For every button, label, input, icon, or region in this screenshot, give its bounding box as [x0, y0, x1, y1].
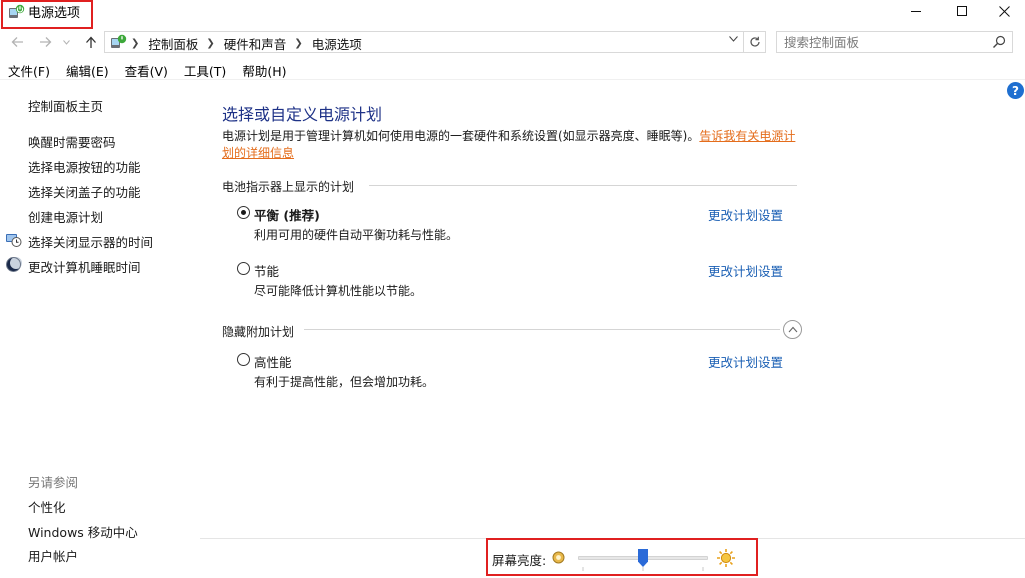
- brightness-slider-thumb[interactable]: [638, 549, 648, 567]
- menu-file[interactable]: 文件(F): [0, 59, 58, 80]
- see-also-heading: 另请参阅: [28, 475, 79, 490]
- plan-power-saver-name[interactable]: 节能: [254, 261, 279, 280]
- forward-button[interactable]: [36, 32, 54, 52]
- plan-high-performance-radio[interactable]: [237, 353, 250, 366]
- control-panel-icon: [111, 34, 127, 48]
- page-title: 选择或自定义电源计划: [222, 105, 383, 124]
- title-bar: 电源选项: [0, 0, 1025, 30]
- menu-view[interactable]: 查看(V): [117, 59, 176, 80]
- menu-tools[interactable]: 工具(T): [176, 59, 234, 80]
- breadcrumb-hardware-sound[interactable]: 硬件和声音: [224, 34, 287, 53]
- plan-balanced-name[interactable]: 平衡 (推荐): [254, 205, 320, 224]
- menu-edit[interactable]: 编辑(E): [58, 59, 117, 80]
- back-arrow-icon: [11, 37, 23, 47]
- refresh-icon: [749, 36, 760, 47]
- address-dropdown-button[interactable]: [725, 35, 741, 49]
- chevron-down-icon: [728, 36, 738, 42]
- section-battery-plans: 电池指示器上显示的计划: [222, 180, 355, 194]
- sidebar-item-sleep-time[interactable]: 更改计算机睡眠时间: [28, 257, 141, 276]
- recent-locations-button[interactable]: [60, 32, 72, 52]
- breadcrumb-separator-icon[interactable]: ❯: [206, 38, 214, 49]
- plan-balanced-change-settings-link[interactable]: 更改计划设置: [708, 205, 783, 224]
- screen-brightness-control: 屏幕亮度:: [486, 538, 758, 576]
- up-arrow-icon: [86, 36, 96, 48]
- plan-power-saver-change-settings-link[interactable]: 更改计划设置: [708, 261, 783, 280]
- search-box[interactable]: [776, 31, 1013, 53]
- sidebar-item-control-panel-home[interactable]: 控制面板主页: [28, 96, 103, 115]
- monitor-clock-icon: [6, 234, 22, 247]
- description-text: 电源计划是用于管理计算机如何使用电源的一套硬件和系统设置(如显示器亮度、睡眠等)…: [222, 129, 700, 143]
- page-description: 电源计划是用于管理计算机如何使用电源的一套硬件和系统设置(如显示器亮度、睡眠等)…: [222, 128, 802, 162]
- forward-arrow-icon: [39, 37, 51, 47]
- maximize-button[interactable]: [939, 0, 985, 22]
- see-also-personalization[interactable]: 个性化: [28, 497, 66, 516]
- brightness-slider-ticks: [582, 567, 704, 571]
- dim-brightness-icon: [552, 551, 565, 564]
- maximize-icon: [956, 5, 967, 16]
- sidebar-item-wake-password[interactable]: 唤醒时需要密码: [28, 132, 116, 151]
- plan-high-performance-description: 有利于提高性能，但会增加功耗。: [254, 375, 435, 389]
- sidebar-item-power-button[interactable]: 选择电源按钮的功能: [28, 157, 141, 176]
- refresh-button[interactable]: [744, 31, 766, 53]
- left-navigation-pane: 控制面板主页 唤醒时需要密码 选择电源按钮的功能 选择关闭盖子的功能 创建电源计…: [0, 80, 200, 578]
- brightness-label: 屏幕亮度:: [492, 553, 547, 568]
- chevron-up-icon: [788, 326, 797, 333]
- plan-balanced-radio[interactable]: [237, 206, 250, 219]
- plan-balanced-description: 利用可用的硬件自动平衡功耗与性能。: [254, 228, 459, 242]
- breadcrumb-separator-icon[interactable]: ❯: [294, 38, 302, 49]
- breadcrumb: ❯ 控制面板 ❯ 硬件和声音 ❯ 电源选项: [131, 34, 362, 53]
- minimize-button[interactable]: [893, 0, 939, 22]
- window-title: 电源选项: [28, 6, 81, 21]
- search-input[interactable]: [777, 32, 987, 52]
- see-also-user-accounts[interactable]: 用户帐户: [28, 546, 78, 565]
- help-icon[interactable]: ?: [1007, 82, 1024, 99]
- up-button[interactable]: [82, 32, 100, 52]
- chevron-down-icon: [62, 39, 70, 45]
- section-hidden-plans: 隐藏附加计划: [222, 325, 295, 339]
- sidebar-item-lid-close[interactable]: 选择关闭盖子的功能: [28, 182, 141, 201]
- plan-power-saver-description: 尽可能降低计算机性能以节能。: [254, 284, 423, 298]
- learn-more-link-continued[interactable]: 划的详细信息: [222, 146, 294, 160]
- close-icon: [998, 5, 1010, 17]
- section-divider: [369, 185, 797, 186]
- power-options-icon: [9, 4, 25, 18]
- sidebar-item-create-plan[interactable]: 创建电源计划: [28, 207, 103, 226]
- breadcrumb-power-options[interactable]: 电源选项: [312, 34, 362, 53]
- menu-bar: 文件(F) 编辑(E) 查看(V) 工具(T) 帮助(H): [0, 59, 1025, 80]
- learn-more-link[interactable]: 告诉我有关电源计: [699, 129, 795, 143]
- sidebar-item-display-off[interactable]: 选择关闭显示器的时间: [28, 232, 153, 251]
- plan-power-saver-radio[interactable]: [237, 262, 250, 275]
- section-divider: [304, 329, 780, 330]
- menu-help[interactable]: 帮助(H): [234, 59, 294, 80]
- plan-high-performance-name[interactable]: 高性能: [254, 352, 292, 371]
- minimize-icon: [910, 10, 921, 12]
- back-button[interactable]: [8, 32, 26, 52]
- plan-high-performance-change-settings-link[interactable]: 更改计划设置: [708, 352, 783, 371]
- navigation-bar: ❯ 控制面板 ❯ 硬件和声音 ❯ 电源选项: [0, 30, 1025, 54]
- address-bar[interactable]: ❯ 控制面板 ❯ 硬件和声音 ❯ 电源选项: [104, 31, 744, 53]
- moon-icon: [6, 257, 22, 272]
- see-also-mobility-center[interactable]: Windows 移动中心: [28, 522, 138, 541]
- collapse-hidden-plans-button[interactable]: [783, 320, 802, 339]
- breadcrumb-control-panel[interactable]: 控制面板: [148, 34, 198, 53]
- bright-brightness-icon: [717, 549, 735, 567]
- close-button[interactable]: [981, 0, 1025, 22]
- search-icon[interactable]: [992, 35, 1006, 49]
- breadcrumb-separator-icon: ❯: [131, 38, 140, 49]
